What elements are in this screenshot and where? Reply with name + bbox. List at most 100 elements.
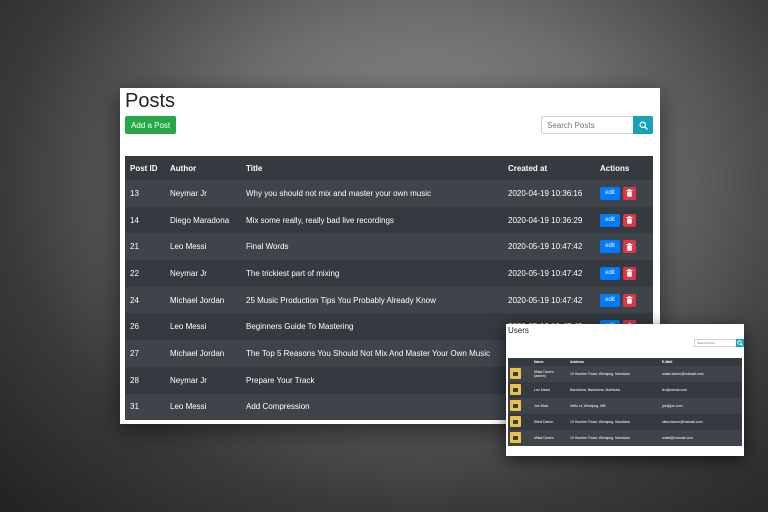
table-header: Name Address E-Mail — [508, 358, 742, 366]
cell-actions: edit — [595, 180, 653, 207]
cell-address: 10 Humber Road, Winnipeg, Manitoba — [568, 366, 660, 382]
table-row: Milad Danen 10 Humber Road, Winnipeg, Man… — [508, 430, 742, 446]
delete-button[interactable] — [623, 240, 636, 254]
users-search-input[interactable] — [694, 339, 738, 347]
cell-title: Prepare Your Track — [241, 366, 503, 394]
cell-name: Sited Danen — [532, 414, 568, 430]
table-header: Post ID Author Title Created at Actions — [125, 156, 653, 180]
cell-address: 10 Humber Road, Winnipeg, Manitoba — [568, 430, 660, 446]
edit-button[interactable]: edit — [600, 213, 620, 227]
cell-id: 28 — [125, 366, 165, 394]
edit-button[interactable]: edit — [600, 266, 620, 280]
trash-icon — [626, 242, 633, 251]
cell-email: leo@messi.com — [660, 382, 742, 398]
trash-icon — [626, 296, 633, 304]
cell-address: Hello st, Winnipeg, MB — [568, 398, 660, 414]
edit-button[interactable]: edit — [600, 186, 620, 200]
users-table: Name Address E-Mail Milad Danen (admin) 1… — [508, 358, 742, 446]
avatar-icon — [510, 416, 521, 427]
edit-button[interactable]: edit — [600, 240, 620, 254]
table-row: 13 Neymar Jr Why you should not mix and ma… — [125, 180, 653, 207]
cell-author: Neymar Jr — [165, 260, 241, 287]
cell-address: Barcelona, Barcelona, Manitoba — [568, 382, 660, 398]
cell-id: 14 — [125, 206, 165, 234]
table-row: 21 Leo Messi Final Words 2020-05-19 10:47:4… — [125, 233, 653, 261]
cell-author: Leo Messi — [165, 313, 241, 341]
column-header: Title — [241, 156, 503, 180]
cell-name: Milad Danen — [532, 430, 568, 446]
cell-title: The trickiest part of mixing — [241, 260, 503, 287]
table-row: 24 Michael Jordan 25 Music Production Tips… — [125, 286, 653, 314]
cell-author: Michael Jordan — [165, 286, 241, 314]
cell-actions: edit — [595, 260, 653, 287]
search-icon — [737, 340, 743, 346]
page-title: Posts — [125, 90, 176, 112]
cell-id: 31 — [125, 393, 165, 421]
avatar-icon — [510, 400, 521, 411]
cell-actions: edit — [595, 206, 653, 234]
cell-avatar — [508, 382, 532, 398]
cell-email: sited.danen@hotmail.com — [660, 414, 742, 430]
avatar-icon — [510, 432, 521, 443]
cell-author: Diego Maradona — [165, 206, 241, 234]
column-header: Actions — [595, 156, 653, 180]
cell-author: Michael Jordan — [165, 340, 241, 367]
table-row: Leo Messi Barcelona, Barcelona, Manitoba l… — [508, 382, 742, 398]
cell-created: 2020-04-19 10:36:29 — [503, 206, 595, 234]
cell-title: Add Compression — [241, 393, 503, 421]
cell-author: Leo Messi — [165, 393, 241, 421]
column-header: Post ID — [125, 156, 165, 180]
cell-created: 2020-05-19 10:47:42 — [503, 286, 595, 314]
cell-author: Neymar Jr — [165, 180, 241, 207]
column-header: Created at — [503, 156, 595, 180]
cell-actions: edit — [595, 286, 653, 314]
table-row: Joe Blow Hello st, Winnipeg, MB joe@joe.co… — [508, 398, 742, 414]
delete-button[interactable] — [623, 186, 636, 200]
avatar-icon — [510, 384, 521, 395]
cell-created: 2020-05-19 10:47:42 — [503, 233, 595, 261]
column-header — [508, 358, 532, 366]
table-row: Sited Danen 10 Humber Road, Winnipeg, Man… — [508, 414, 742, 430]
search-icon — [638, 120, 648, 130]
trash-icon — [626, 216, 633, 224]
users-window: Users Name Address E-Mail Milad Danen (a… — [506, 324, 744, 456]
table-row: Milad Danen (admin) 10 Humber Road, Winni… — [508, 366, 742, 382]
trash-icon — [626, 189, 633, 198]
table-row: 22 Neymar Jr The trickiest part of mixing 2… — [125, 260, 653, 287]
delete-button[interactable] — [623, 213, 636, 227]
cell-author: Leo Messi — [165, 233, 241, 261]
cell-title: Final Words — [241, 233, 503, 261]
cell-avatar — [508, 366, 532, 382]
search-input[interactable] — [541, 116, 637, 134]
cell-actions: edit — [595, 233, 653, 261]
users-title: Users — [508, 326, 529, 335]
cell-author: Neymar Jr — [165, 366, 241, 394]
column-header: E-Mail — [660, 358, 742, 366]
cell-title: Why you should not mix and master your o… — [241, 180, 503, 207]
cell-avatar — [508, 398, 532, 414]
edit-button[interactable]: edit — [600, 293, 620, 307]
column-header: Author — [165, 156, 241, 180]
cell-title: Mix some really, really bad live recordi… — [241, 206, 503, 234]
cell-name: Milad Danen (admin) — [532, 366, 568, 382]
search-button[interactable] — [633, 116, 653, 134]
cell-avatar — [508, 430, 532, 446]
cell-email: joe@joe.com — [660, 398, 742, 414]
table-row: 14 Diego Maradona Mix some really, really … — [125, 206, 653, 234]
cell-id: 24 — [125, 286, 165, 314]
cell-id: 13 — [125, 180, 165, 207]
add-post-button[interactable]: Add a Post — [125, 116, 177, 134]
cell-id: 26 — [125, 313, 165, 341]
column-header: Name — [532, 358, 568, 366]
cell-email: milad.danen@hotmail.com — [660, 366, 742, 382]
cell-title: The Top 5 Reasons You Should Not Mix And… — [241, 340, 503, 367]
users-search-button[interactable] — [736, 339, 744, 347]
cell-created: 2020-04-19 10:36:16 — [503, 180, 595, 207]
cell-id: 22 — [125, 260, 165, 287]
delete-button[interactable] — [623, 266, 636, 280]
cell-id: 21 — [125, 233, 165, 261]
delete-button[interactable] — [623, 293, 636, 307]
avatar-icon — [510, 368, 521, 379]
cell-avatar — [508, 414, 532, 430]
cell-name: Leo Messi — [532, 382, 568, 398]
